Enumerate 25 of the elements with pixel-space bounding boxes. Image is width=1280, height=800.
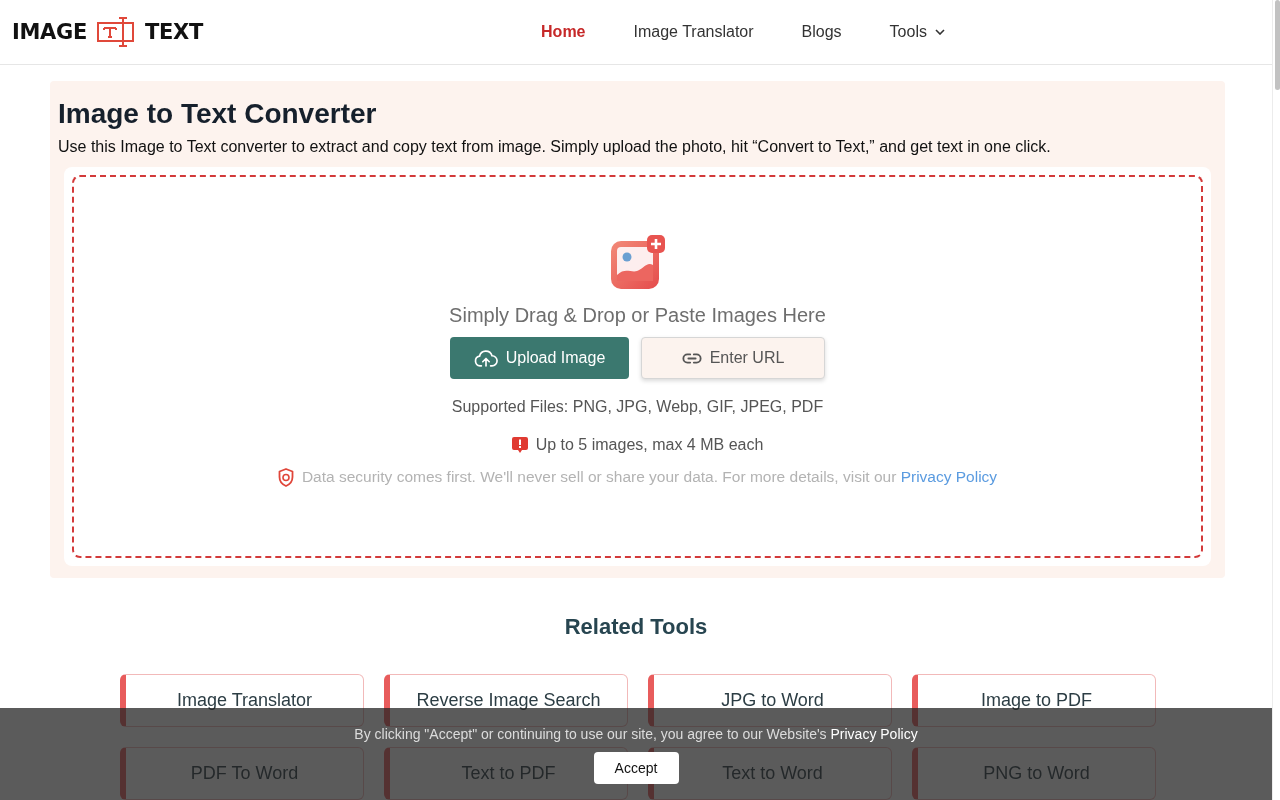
page-description: Use this Image to Text converter to extract and copy text from image. Simply upload the photo, hit “Convert to Text,” and get text in one click. xyxy=(58,137,1051,157)
upload-button[interactable]: Upload Image xyxy=(450,337,629,379)
chevron-down-icon xyxy=(934,29,945,35)
drop-prompt: Simply Drag & Drop or Paste Images Here xyxy=(449,303,826,327)
privacy-policy-link[interactable]: Privacy Policy xyxy=(830,726,918,742)
shield-icon xyxy=(277,467,294,487)
scrollbar-thumb[interactable] xyxy=(1275,0,1280,90)
cookie-notice: By clicking "Accept" or continuing to use our site, you agree to our Website's Privacy Policy xyxy=(354,725,918,744)
accept-button[interactable]: Accept xyxy=(593,752,679,784)
alert-icon xyxy=(511,437,528,453)
page-title: Image to Text Converter xyxy=(58,97,377,131)
cloud-upload-icon xyxy=(473,349,498,367)
security-note: Data security comes first. We'll never sell or share your data. For more details, visit our Privacy Policy xyxy=(301,467,998,487)
logo-link[interactable]: IMAGE TEXT xyxy=(12,17,204,47)
image-add-icon xyxy=(610,235,665,289)
link-icon xyxy=(681,352,702,364)
url-button[interactable]: Enter URL xyxy=(641,337,825,379)
nav-link[interactable]: Blogs xyxy=(801,23,842,41)
logo-icon xyxy=(97,17,136,47)
nav-link[interactable]: Image Translator xyxy=(633,23,754,41)
section-heading: Related Tools xyxy=(564,614,708,640)
upload-limit-text: Up to 5 images, max 4 MB each xyxy=(535,435,764,455)
nav-link[interactable]: Home xyxy=(541,23,586,41)
supported-files-text: Supported Files: PNG, JPG, Webp, GIF, JPEG, PDF xyxy=(451,397,824,417)
nav-link[interactable]: Tools xyxy=(889,23,945,41)
